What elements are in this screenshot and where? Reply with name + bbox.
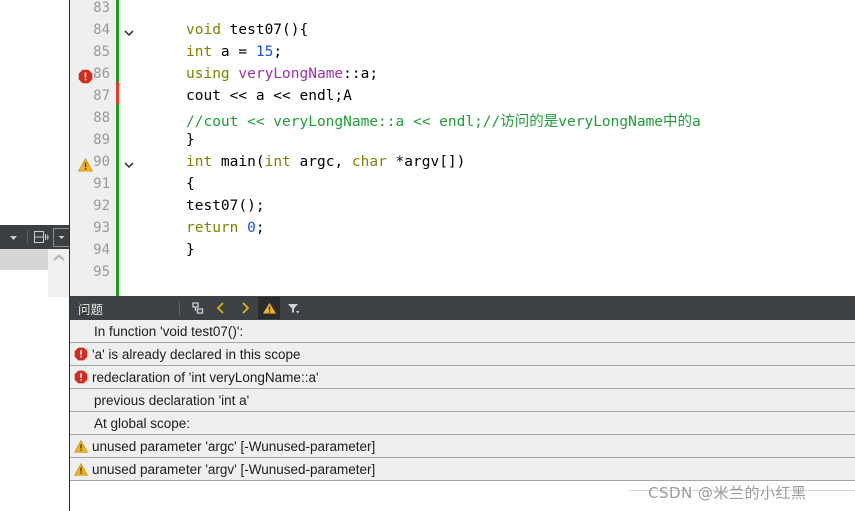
code-token: ::a;	[343, 66, 379, 82]
line-number: 92	[93, 198, 110, 214]
fold-toggle-icon[interactable]	[122, 22, 136, 47]
line-number: 84	[93, 22, 110, 38]
code-token: }	[186, 242, 195, 258]
problems-list: In function 'void test07()': 'a' is alrea…	[70, 320, 855, 481]
code-line-text[interactable]: //cout << veryLongName::a << endl;//访问的是…	[186, 110, 701, 131]
error-icon	[70, 347, 92, 361]
code-token: void	[186, 22, 221, 38]
error-icon	[70, 370, 92, 384]
code-line-text[interactable]: test07();	[186, 198, 265, 214]
code-line-text[interactable]: int a = 15;	[186, 44, 282, 60]
minimize-panel-icon[interactable]	[52, 227, 70, 247]
code-token: int	[186, 44, 213, 60]
code-token: using	[186, 66, 230, 82]
code-token: argc,	[290, 154, 352, 170]
problem-message: redeclaration of 'int veryLongName::a'	[92, 369, 319, 385]
chevron-up-icon	[53, 254, 65, 261]
left-rail: +	[0, 0, 70, 511]
line-number: 88	[93, 110, 110, 126]
code-token: 0	[247, 220, 256, 236]
code-line-text[interactable]: }	[186, 242, 195, 258]
code-token: }	[186, 132, 195, 148]
problem-message: unused parameter 'argv' [-Wunused-parame…	[92, 461, 376, 477]
toolbar-separator	[27, 230, 29, 244]
code-line-text[interactable]: cout << a << endl;A	[186, 88, 352, 104]
line-number: 87	[93, 88, 110, 104]
problems-panel-toolbar	[175, 297, 304, 319]
code-token: int	[264, 154, 291, 170]
gutter-warning-icon[interactable]	[78, 157, 94, 174]
code-line-text[interactable]: using veryLongName::a;	[186, 66, 378, 82]
vcs-modified-strip	[116, 82, 119, 104]
svg-text:+: +	[44, 233, 49, 243]
problem-row[interactable]: In function 'void test07()':	[70, 320, 855, 343]
code-token: *argv[])	[386, 154, 466, 170]
code-token: //cout << veryLongName::a << endl;//访问的是…	[186, 114, 701, 130]
code-token: int	[186, 154, 213, 170]
code-token: ;	[273, 44, 283, 60]
code-editor[interactable]: 83 84 void test07(){85 int a = 15; 86 using…	[70, 0, 855, 296]
gutter-error-icon[interactable]	[78, 69, 94, 85]
problems-panel-header: 问题	[70, 296, 855, 320]
problem-message: At global scope:	[94, 415, 191, 431]
left-rail-scroll-up[interactable]	[48, 249, 70, 297]
line-number: 85	[93, 44, 110, 60]
problem-row[interactable]: previous declaration 'int a'	[70, 389, 855, 412]
code-token: main(	[212, 154, 265, 170]
code-token: return	[186, 220, 239, 236]
problems-panel: 问题 In function 'void test07()': 'a' is a…	[70, 296, 855, 511]
code-token: test07(){	[229, 22, 309, 38]
fold-toggle-icon[interactable]	[122, 154, 136, 179]
problem-message: previous declaration 'int a'	[94, 392, 250, 408]
line-number: 91	[93, 176, 110, 192]
code-line-text[interactable]: void test07(){	[186, 22, 308, 38]
code-line-text[interactable]: }	[186, 132, 195, 148]
chevron-down-icon[interactable]	[6, 229, 21, 246]
next-problem-icon[interactable]	[234, 297, 256, 319]
code-line-text[interactable]: {	[186, 176, 195, 192]
panel-toolbar-separator	[179, 300, 181, 316]
problem-row[interactable]: redeclaration of 'int veryLongName::a'	[70, 366, 855, 389]
problem-message: In function 'void test07()':	[94, 323, 244, 339]
split-view-icon[interactable]: +	[34, 229, 49, 246]
warnings-filter-icon[interactable]	[258, 297, 281, 319]
warning-icon	[70, 462, 92, 476]
line-number: 93	[93, 220, 110, 236]
filter-icon[interactable]	[282, 297, 304, 319]
code-token: cout << a << endl;A	[186, 88, 352, 104]
line-number: 95	[93, 264, 110, 280]
left-rail-toolbar: +	[0, 225, 70, 249]
line-number: 94	[93, 242, 110, 258]
problem-row[interactable]: At global scope:	[70, 412, 855, 435]
problems-panel-title: 问题	[78, 301, 104, 317]
line-number: 83	[93, 0, 110, 16]
problem-message: unused parameter 'argc' [-Wunused-parame…	[92, 438, 376, 454]
left-rail-collapsed-strip	[0, 249, 48, 270]
problem-row[interactable]: 'a' is already declared in this scope	[70, 343, 855, 366]
code-token: char	[351, 154, 387, 170]
line-number: 89	[93, 132, 110, 148]
previous-problem-icon[interactable]	[210, 297, 232, 319]
code-line-text[interactable]: int main(int argc, char *argv[])	[186, 154, 465, 170]
vcs-change-strip	[116, 0, 119, 296]
warning-icon	[70, 439, 92, 453]
problem-row[interactable]: unused parameter 'argv' [-Wunused-parame…	[70, 458, 855, 481]
code-token: a =	[212, 44, 256, 60]
clear-all-icon[interactable]	[186, 297, 208, 319]
code-token: {	[186, 176, 195, 192]
code-token: test07();	[186, 198, 265, 214]
code-line-text[interactable]: return 0;	[186, 220, 265, 236]
app-root: + 83 84 void test07(){85 int a = 15; 86 usi…	[0, 0, 855, 511]
problem-row[interactable]: unused parameter 'argc' [-Wunused-parame…	[70, 435, 855, 458]
code-token: 15	[255, 44, 274, 60]
code-token: ;	[255, 220, 265, 236]
code-token: veryLongName	[238, 66, 344, 82]
watermark-text: CSDN @米兰的小红黑	[648, 484, 807, 502]
problem-message: 'a' is already declared in this scope	[92, 346, 301, 362]
